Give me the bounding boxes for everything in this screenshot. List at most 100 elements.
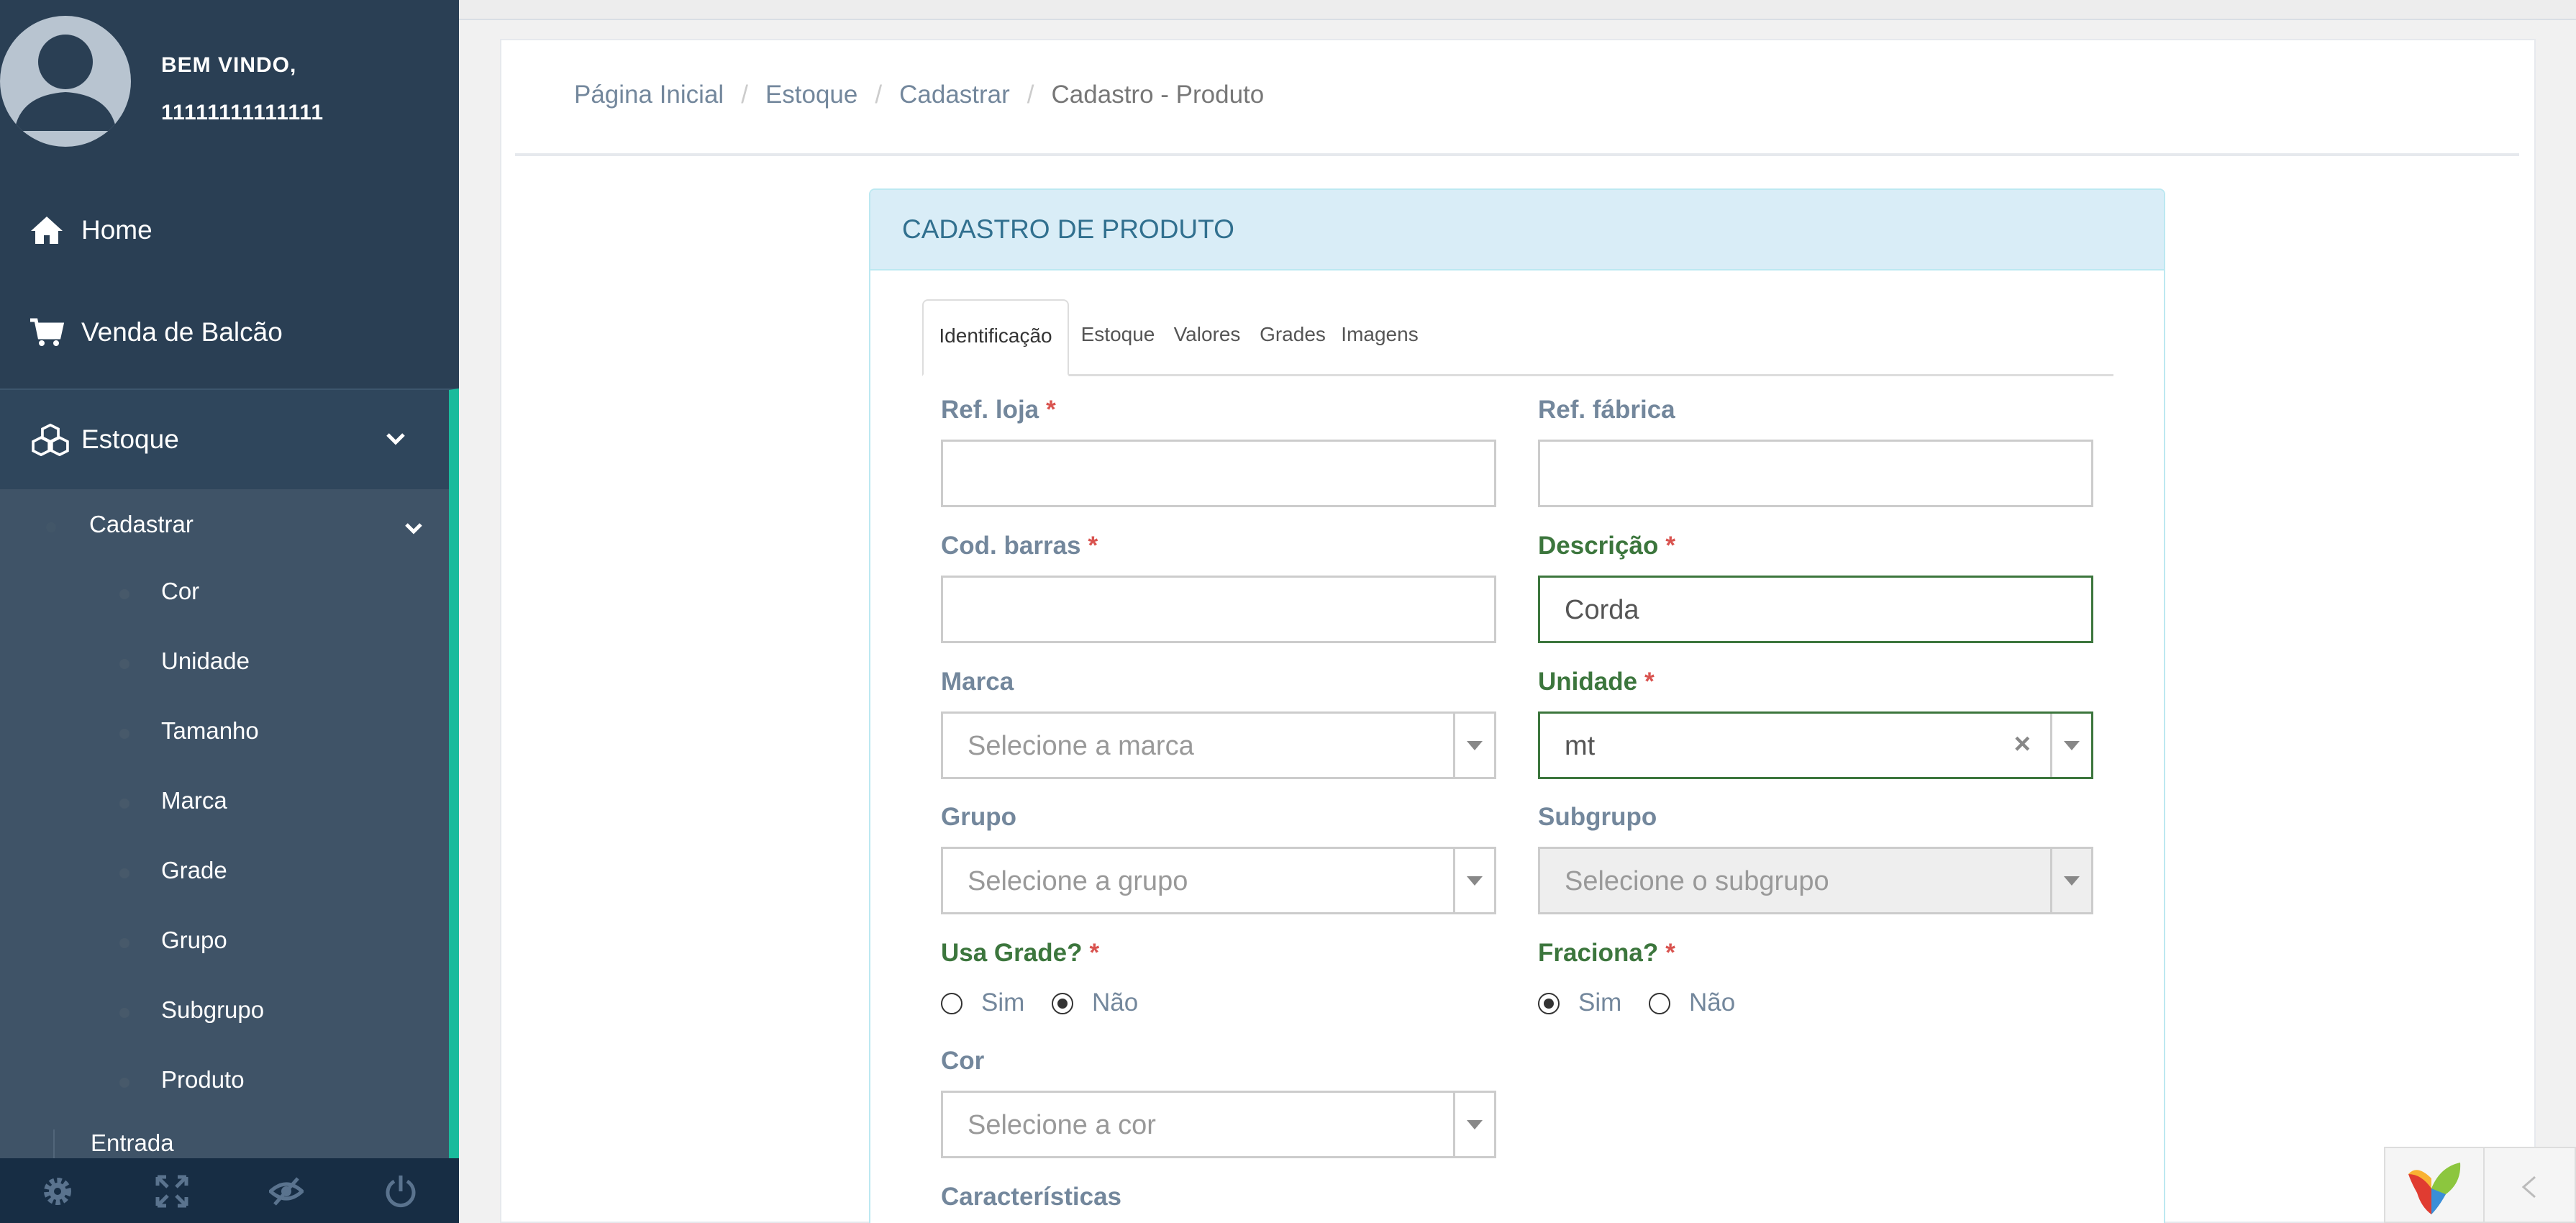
required-marker: * <box>1644 668 1655 696</box>
settings-button[interactable] <box>0 1158 114 1223</box>
submenu-item-cor[interactable]: Cor <box>0 559 449 629</box>
radio-circle[interactable] <box>941 993 962 1014</box>
submenu-item-tamanho[interactable]: Tamanho <box>0 699 449 768</box>
radio-label: Sim <box>981 988 1025 1017</box>
tab-identificacao[interactable]: Identificação <box>922 299 1069 376</box>
chevron-down-icon <box>405 523 422 535</box>
submenu-item-grupo[interactable]: Grupo <box>0 908 449 978</box>
submenu-item-cadastrar[interactable]: Cadastrar <box>0 489 449 561</box>
label-text: Grupo <box>941 803 1016 831</box>
caret-down-icon <box>2064 876 2080 886</box>
submenu-item-subgrupo[interactable]: Subgrupo <box>0 978 449 1047</box>
nav-item-home[interactable]: Home <box>0 180 459 281</box>
nav-item-estoque[interactable]: Estoque <box>0 388 459 489</box>
unidade-select[interactable]: mt × <box>1538 711 2093 779</box>
submenu-label: Entrada <box>91 1129 174 1156</box>
caret-down-icon[interactable] <box>1467 741 1483 750</box>
required-marker: * <box>1665 939 1675 967</box>
breadcrumb-current: Cadastro - Produto <box>1051 81 1265 109</box>
debug-toolbar[interactable] <box>2384 1147 2576 1223</box>
tab-label: Grades <box>1260 323 1326 345</box>
user-name: 11111111111111 <box>161 101 324 124</box>
bullet-icon <box>119 868 129 878</box>
caret-down-icon[interactable] <box>1467 876 1483 886</box>
marca-select[interactable]: Selecione a marca <box>941 711 1496 779</box>
tab-imagens[interactable]: Imagens <box>1334 299 1426 374</box>
submenu-label: Unidade <box>161 647 250 674</box>
required-marker: * <box>1088 532 1098 560</box>
ref-loja-input[interactable] <box>941 440 1496 507</box>
label-text: Fraciona? <box>1538 939 1659 967</box>
user-icon <box>14 35 117 131</box>
select-placeholder: Selecione a cor <box>968 1110 1156 1140</box>
radio-circle-checked[interactable] <box>1538 993 1560 1014</box>
descricao-input[interactable]: Corda <box>1538 576 2093 643</box>
select-divider <box>1453 849 1455 912</box>
breadcrumb-separator: / <box>875 81 883 109</box>
home-icon <box>31 217 63 244</box>
submenu-label: Subgrupo <box>161 996 265 1023</box>
tab-grades[interactable]: Grades <box>1252 299 1334 374</box>
chevron-left-icon[interactable] <box>2519 1174 2539 1200</box>
breadcrumb-cadastrar[interactable]: Cadastrar <box>899 81 1010 109</box>
radio-circle[interactable] <box>1649 993 1670 1014</box>
clear-icon[interactable]: × <box>2014 728 2031 760</box>
select-placeholder: Selecione o subgrupo <box>1565 866 1829 896</box>
subgrupo-label: Subgrupo <box>1538 803 1657 832</box>
bullet-icon <box>119 1078 129 1088</box>
bullet-icon <box>119 799 129 809</box>
caret-down-icon[interactable] <box>1467 1120 1483 1129</box>
tab-label: Estoque <box>1080 323 1155 345</box>
divider <box>515 153 2519 156</box>
nav-label-venda: Venda de Balcão <box>81 317 283 347</box>
cor-select[interactable]: Selecione a cor <box>941 1091 1496 1158</box>
radio-circle-checked[interactable] <box>1052 993 1073 1014</box>
tab-valores[interactable]: Valores <box>1162 299 1252 374</box>
submenu-estoque: Cadastrar Cor Unidade Tamanho Marca Grad… <box>0 489 459 1173</box>
select-divider <box>2050 714 2052 777</box>
cubes-icon <box>32 423 69 456</box>
cod-barras-input[interactable] <box>941 576 1496 643</box>
fullscreen-button[interactable] <box>114 1158 229 1223</box>
submenu-item-marca[interactable]: Marca <box>0 768 449 838</box>
select-placeholder: Selecione a grupo <box>968 866 1188 896</box>
required-marker: * <box>1046 396 1056 424</box>
label-text: Cod. barras <box>941 532 1081 560</box>
fullscreen-icon <box>155 1175 188 1208</box>
submenu-label: Tamanho <box>161 717 259 744</box>
lock-button[interactable] <box>229 1158 343 1223</box>
ref-fabrica-input[interactable] <box>1538 440 2093 507</box>
bullet-icon <box>119 659 129 669</box>
nav-item-venda-balcao[interactable]: Venda de Balcão <box>0 282 459 383</box>
cor-label: Cor <box>941 1047 984 1076</box>
nav-label-home: Home <box>81 215 153 245</box>
label-text: Ref. loja <box>941 396 1039 424</box>
submenu-item-grade[interactable]: Grade <box>0 838 449 908</box>
sidebar: BEM VINDO, 11111111111111 Home Venda de … <box>0 0 459 1223</box>
breadcrumb: Página Inicial / Estoque / Cadastrar / Cadastr… <box>574 81 1264 109</box>
breadcrumb-separator: / <box>1027 81 1034 109</box>
avatar[interactable] <box>0 16 131 147</box>
radio-label: Sim <box>1578 988 1622 1017</box>
submenu-label: Produto <box>161 1066 245 1093</box>
required-marker: * <box>1089 939 1100 967</box>
tab-label: Valores <box>1173 323 1241 345</box>
grupo-select[interactable]: Selecione a grupo <box>941 847 1496 914</box>
breadcrumb-home[interactable]: Página Inicial <box>574 81 724 109</box>
submenu-item-unidade[interactable]: Unidade <box>0 629 449 699</box>
tab-estoque[interactable]: Estoque <box>1073 299 1162 374</box>
label-text: Cor <box>941 1047 985 1075</box>
profile-section: BEM VINDO, 11111111111111 <box>0 0 459 165</box>
logout-button[interactable] <box>343 1158 458 1223</box>
submenu-label: Cor <box>161 578 200 604</box>
breadcrumb-estoque[interactable]: Estoque <box>765 81 857 109</box>
descricao-label: Descrição * <box>1538 532 1675 560</box>
tab-bar: Identificação Estoque Valores Grades Ima… <box>922 299 2113 376</box>
submenu-item-produto[interactable]: Produto <box>0 1047 449 1117</box>
tab-label: Imagens <box>1341 323 1419 345</box>
submenu-label: Grupo <box>161 927 227 953</box>
select-placeholder: Selecione a marca <box>968 731 1194 761</box>
caret-down-icon[interactable] <box>2064 741 2080 750</box>
divider <box>2483 1148 2485 1223</box>
eye-slash-icon <box>269 1177 304 1206</box>
